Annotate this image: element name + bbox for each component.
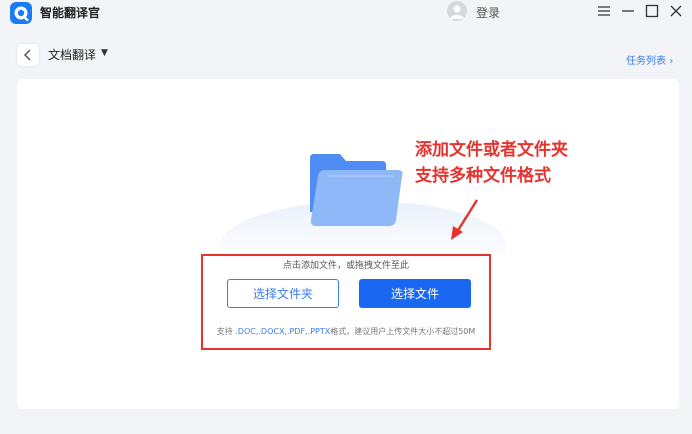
annotation-text: 添加文件或者文件夹 支持多种文件格式 [415, 137, 568, 189]
select-file-button[interactable]: 选择文件 [359, 279, 471, 308]
back-button[interactable] [17, 44, 39, 66]
task-list-chevron: › [669, 56, 674, 67]
app-title: 智能翻译官 [40, 6, 101, 20]
title-bar: 智能翻译官 登录 [0, 0, 692, 26]
support-prefix: 支持 [216, 327, 233, 336]
support-formats: .DOC,.DOCX,.PDF,.PPTX [235, 327, 331, 336]
minimize-icon[interactable] [620, 3, 636, 19]
annotation-line-1: 添加文件或者文件夹 [415, 140, 568, 160]
dropdown-caret-icon[interactable]: ▼ [101, 48, 108, 58]
support-formats-hint: 支持 .DOC,.DOCX,.PDF,.PPTX格式，建议用户上传文件大小不超过… [201, 326, 491, 337]
login-link[interactable]: 登录 [476, 4, 500, 21]
mode-title[interactable]: 文档翻译 [48, 46, 96, 63]
task-list-label: 任务列表 [626, 56, 666, 67]
menu-icon[interactable] [596, 3, 612, 19]
folder-icon [310, 154, 403, 226]
back-arrow-icon [23, 49, 31, 61]
annotation-line-2: 支持多种文件格式 [415, 166, 551, 186]
app-logo-icon [10, 2, 32, 24]
select-folder-button[interactable]: 选择文件夹 [227, 279, 339, 308]
support-suffix: 格式，建议用户上传文件大小不超过50M [330, 327, 476, 336]
task-list-link[interactable]: 任务列表 › [626, 52, 673, 67]
drop-hint: 点击添加文件，或拖拽文件至此 [282, 261, 409, 271]
maximize-icon[interactable] [644, 3, 660, 19]
upload-card[interactable]: 添加文件或者文件夹 支持多种文件格式 点击添加文件，或拖拽文件至此 选择文件夹 … [17, 79, 679, 409]
annotation-arrow [451, 199, 479, 240]
avatar-icon[interactable] [447, 1, 467, 21]
close-icon[interactable] [668, 3, 684, 19]
